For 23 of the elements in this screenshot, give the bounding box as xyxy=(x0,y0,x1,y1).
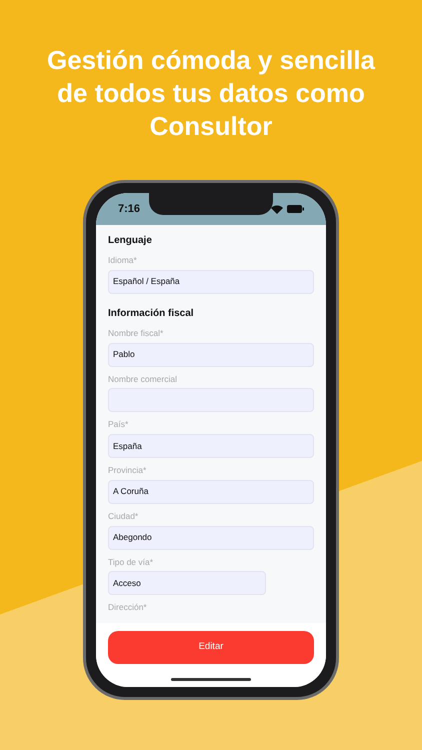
input-field[interactable]: A Coruña xyxy=(108,480,314,504)
headline: Gestión cómoda y sencilla xyxy=(47,44,375,77)
field-label: Nombre fiscal* xyxy=(108,326,164,340)
section-title: Lenguaje xyxy=(108,234,153,248)
input-field[interactable]: Español / España xyxy=(108,270,314,294)
input-field[interactable]: España xyxy=(108,434,314,458)
wifi-icon xyxy=(271,204,283,214)
field-label: Tipo de vía* xyxy=(108,556,154,568)
field-label: Nombre comercial xyxy=(108,372,178,386)
input-field[interactable]: Pablo xyxy=(108,342,314,366)
field-label: Provincia* xyxy=(108,464,148,477)
status-time: 7:16 xyxy=(118,202,140,217)
headline: Consultor xyxy=(150,110,272,143)
edit-button[interactable]: Editar xyxy=(108,631,314,664)
battery-icon xyxy=(287,205,304,213)
field-label: País* xyxy=(108,418,130,431)
field-label: Idioma* xyxy=(108,254,138,267)
field-label: Dirección* xyxy=(108,601,148,614)
input-field[interactable]: Abegondo xyxy=(108,526,314,550)
field-label: Ciudad* xyxy=(108,510,140,522)
section-title: Información fiscal xyxy=(108,306,195,321)
headline: de todos tus datos como xyxy=(57,77,365,110)
input-field[interactable]: Acceso xyxy=(108,571,266,596)
